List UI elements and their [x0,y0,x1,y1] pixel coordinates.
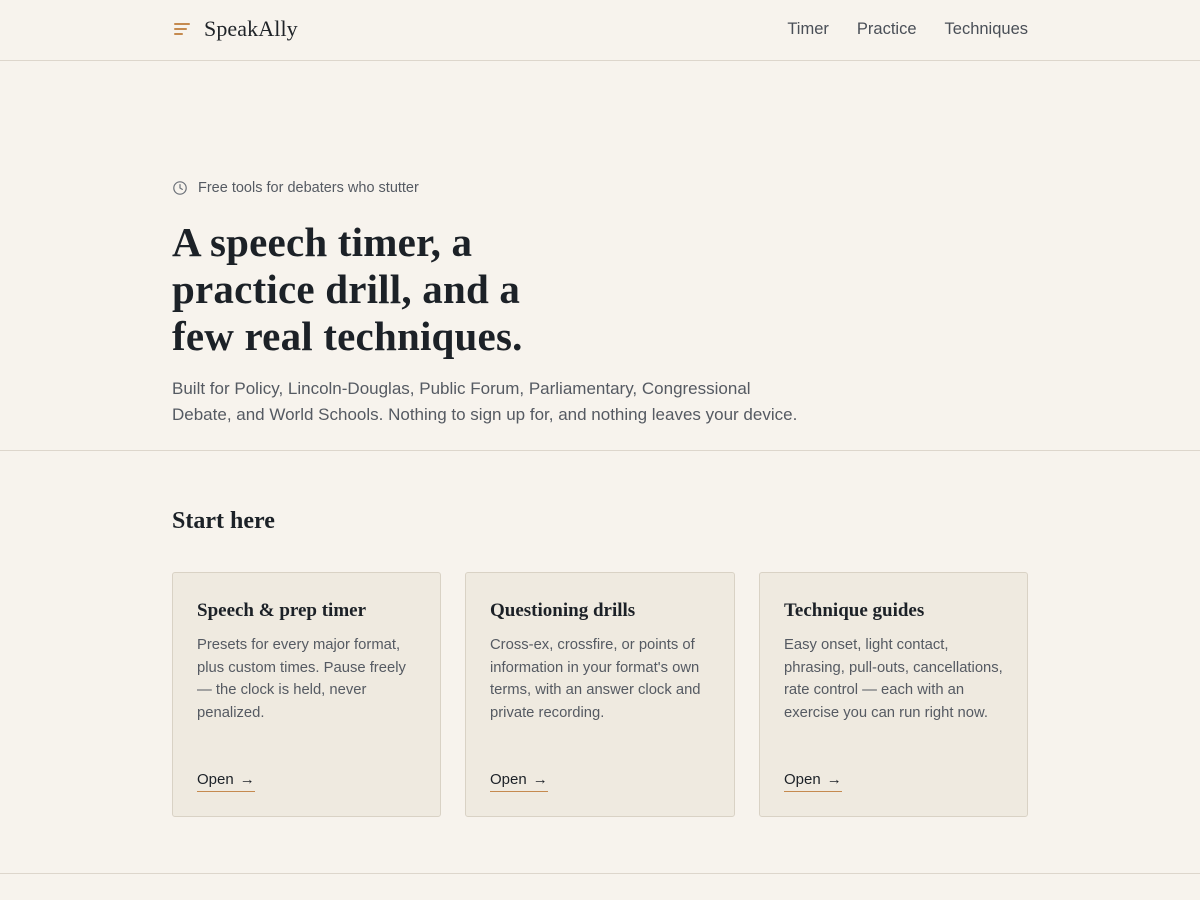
hero-subtitle: Built for Policy, Lincoln-Douglas, Publi… [172,379,798,424]
hero-eyebrow: Free tools for debaters who stutter [172,178,419,198]
card-description: Cross-ex, crossfire, or points of inform… [490,637,701,721]
open-link-label: Open [490,771,527,788]
main-nav: Timer Practice Techniques [787,18,1028,40]
open-link-label: Open [197,771,234,788]
hero-title: A speech timer, a practice drill, and a … [172,219,523,359]
card-title: Questioning drills [490,600,636,621]
card-description: Easy onset, light contact, phrasing, pul… [784,637,1003,721]
nav-practice-link[interactable]: Practice [857,18,917,40]
nav-techniques-link[interactable]: Techniques [945,18,1028,40]
card-title: Technique guides [784,600,925,621]
open-link-label: Open [784,771,821,788]
top-navigation-bar: SpeakAlly Timer Practice Techniques [0,0,1200,61]
start-here-heading: Start here [172,508,275,534]
brand-name: SpeakAlly [204,16,298,41]
timer-open-link[interactable]: Open → [197,770,255,792]
arrow-right-icon: → [239,771,255,788]
hero-section: Free tools for debaters who stutter A sp… [0,61,1200,451]
start-here-section: Start here Speech & prep timer Presets f… [0,451,1200,874]
technique-guides-card: Technique guides Easy onset, light conta… [759,572,1028,817]
card-description: Presets for every major format, plus cus… [197,637,406,721]
arrow-right-icon: → [532,771,548,788]
timer-card: Speech & prep timer Presets for every ma… [172,572,441,817]
card-title: Speech & prep timer [197,600,367,621]
questioning-drills-open-link[interactable]: Open → [490,770,548,792]
brand-home-link[interactable]: SpeakAlly [172,16,298,42]
hero-eyebrow-text: Free tools for debaters who stutter [198,180,419,196]
technique-guides-open-link[interactable]: Open → [784,770,842,792]
nav-timer-link[interactable]: Timer [787,18,829,40]
clock-icon [173,181,187,195]
questioning-drills-card: Questioning drills Cross-ex, crossfire, … [465,572,735,817]
arrow-right-icon: → [826,771,842,788]
menu-lines-icon [174,23,190,35]
